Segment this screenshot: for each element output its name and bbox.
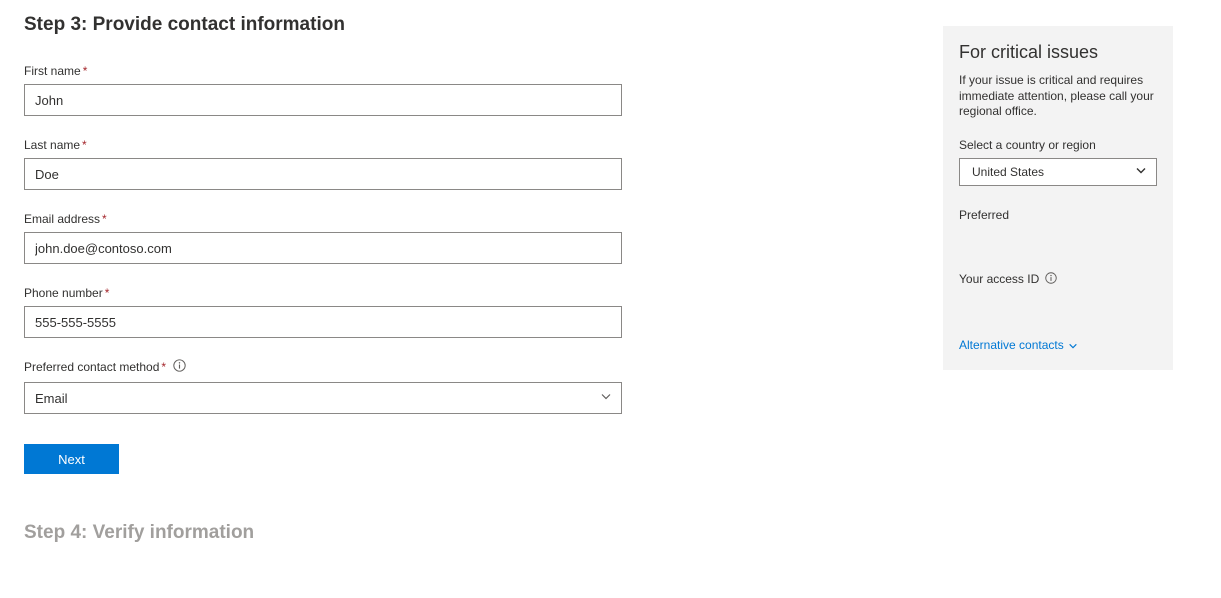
- sidebar-heading: For critical issues: [959, 42, 1157, 63]
- contact-method-label: Preferred contact method*: [24, 360, 622, 376]
- required-asterisk: *: [82, 138, 87, 152]
- contact-method-select[interactable]: Email: [24, 382, 622, 414]
- country-select[interactable]: United States: [959, 158, 1157, 186]
- required-asterisk: *: [105, 286, 110, 300]
- email-input[interactable]: [24, 232, 622, 264]
- country-label: Select a country or region: [959, 138, 1157, 152]
- info-icon[interactable]: [1045, 272, 1057, 287]
- required-asterisk: *: [83, 64, 88, 78]
- last-name-label: Last name*: [24, 138, 622, 152]
- alternative-contacts-link[interactable]: Alternative contacts: [959, 338, 1078, 352]
- access-id-label: Your access ID: [959, 272, 1157, 287]
- last-name-input[interactable]: [24, 158, 622, 190]
- phone-label: Phone number*: [24, 286, 622, 300]
- chevron-down-icon: [1068, 341, 1078, 351]
- email-label: Email address*: [24, 212, 622, 226]
- first-name-input[interactable]: [24, 84, 622, 116]
- info-icon[interactable]: [173, 359, 186, 375]
- critical-issues-panel: For critical issues If your issue is cri…: [943, 26, 1173, 370]
- sidebar-description: If your issue is critical and requires i…: [959, 73, 1157, 120]
- first-name-label: First name*: [24, 64, 622, 78]
- step4-heading: Step 4: Verify information: [24, 522, 622, 544]
- required-asterisk: *: [102, 212, 107, 226]
- next-button[interactable]: Next: [24, 444, 119, 474]
- phone-input[interactable]: [24, 306, 622, 338]
- preferred-label: Preferred: [959, 208, 1157, 222]
- access-id-value: [959, 291, 1157, 315]
- required-asterisk: *: [161, 360, 166, 374]
- preferred-value: [959, 226, 1157, 250]
- step3-heading: Step 3: Provide contact information: [24, 14, 622, 36]
